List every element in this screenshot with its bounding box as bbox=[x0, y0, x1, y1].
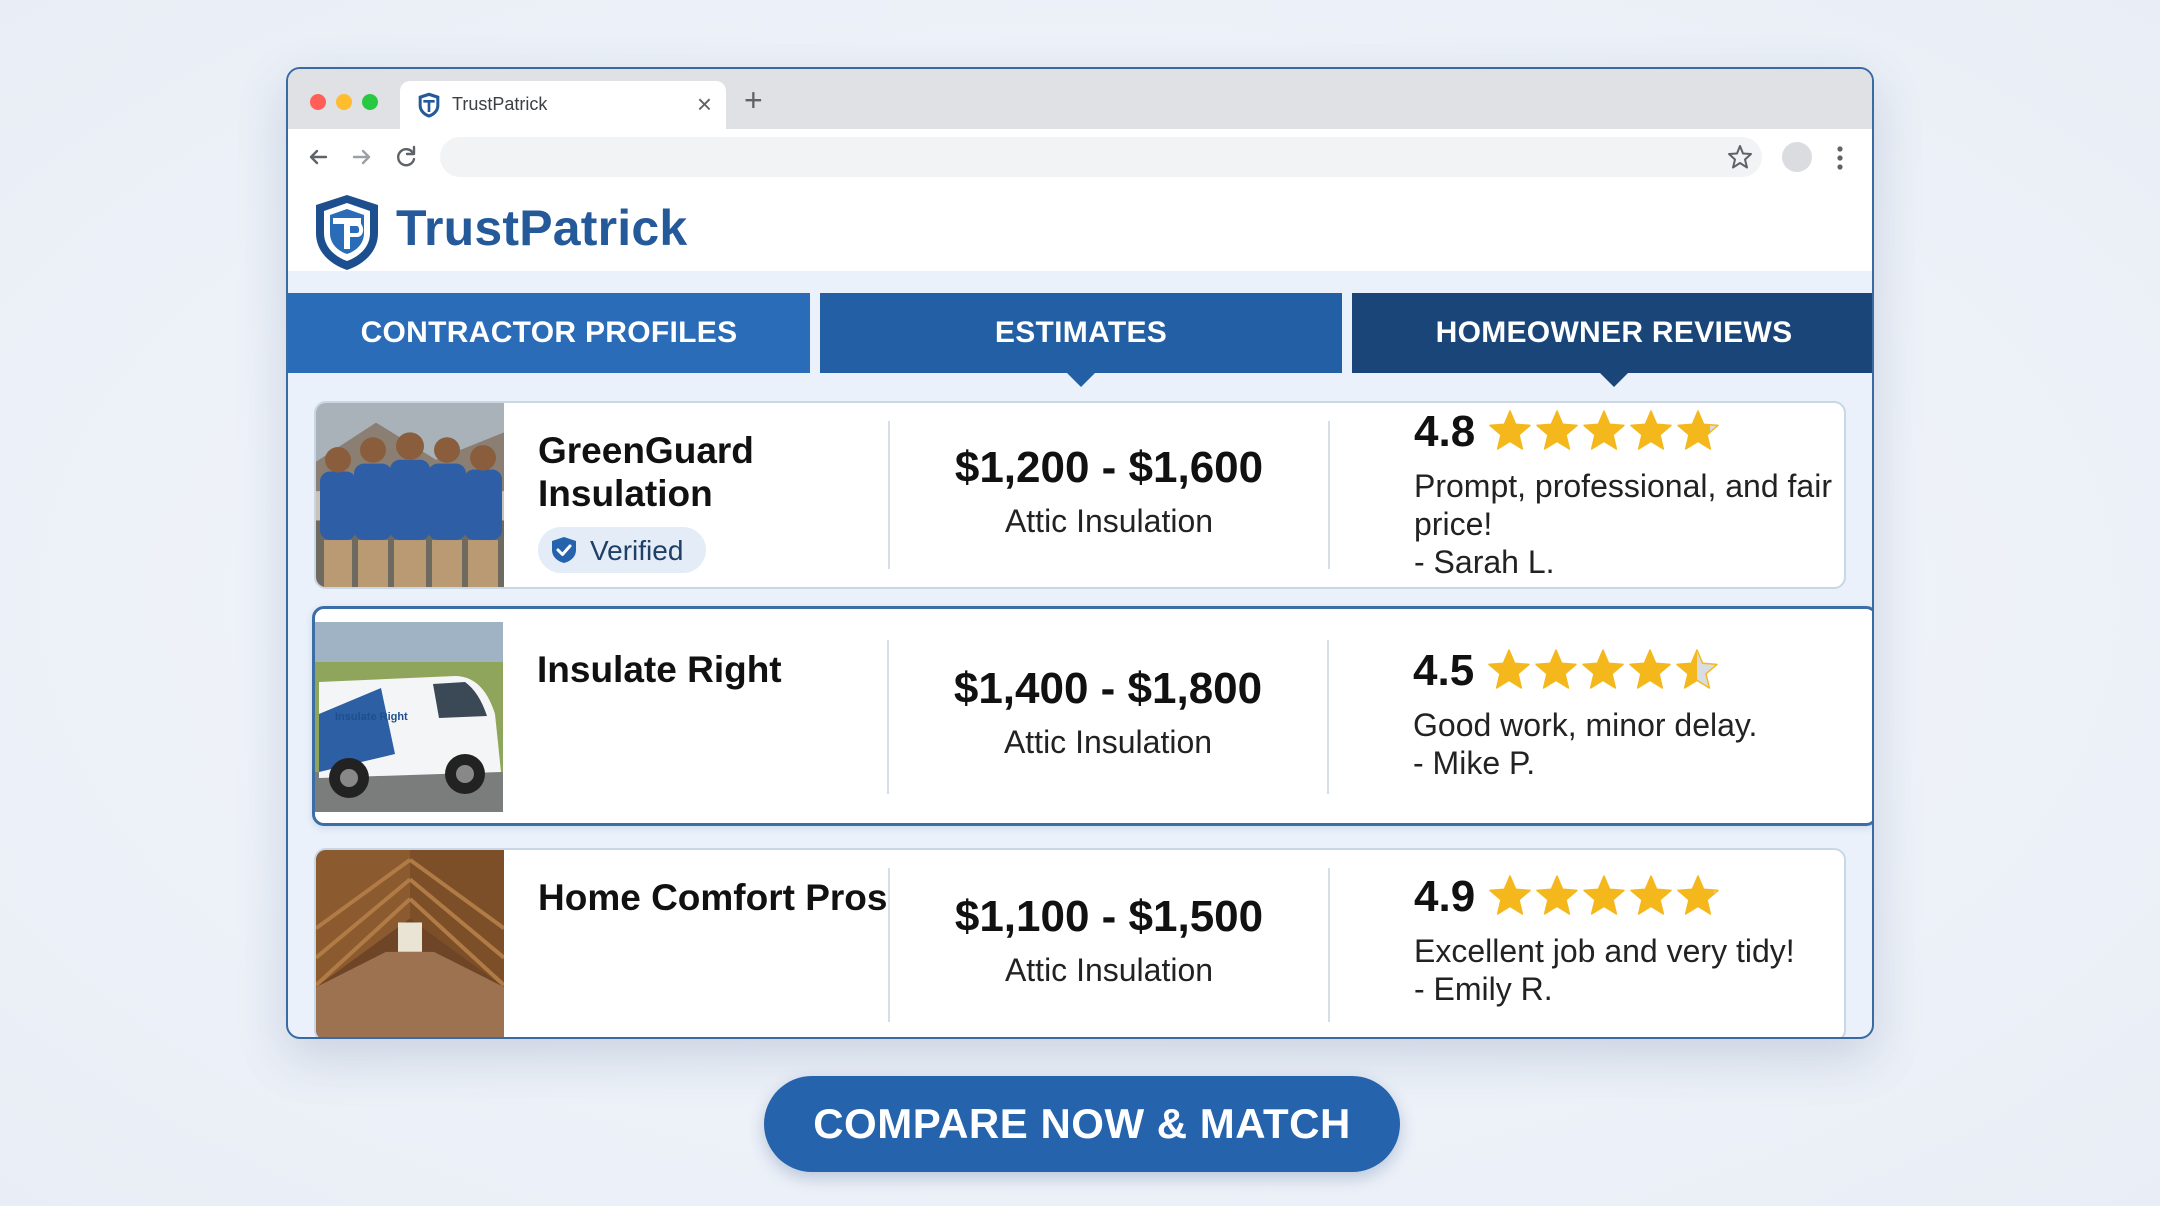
cta-label: COMPARE NOW & MATCH bbox=[813, 1100, 1351, 1147]
address-bar[interactable] bbox=[440, 137, 1762, 177]
contractor-name[interactable]: Home Comfort Pros bbox=[538, 876, 898, 919]
tab-contractor-profiles[interactable]: CONTRACTOR PROFILES bbox=[288, 293, 810, 373]
reviewer-name: - Emily R. bbox=[1414, 971, 1553, 1007]
van-photo: Insulate Right bbox=[315, 622, 503, 812]
reviewer-name: - Sarah L. bbox=[1414, 544, 1555, 580]
tab-title: TrustPatrick bbox=[452, 94, 548, 114]
maximize-window-button[interactable] bbox=[362, 94, 378, 110]
trustpatrick-favicon-icon bbox=[418, 92, 440, 118]
star-icon bbox=[1677, 875, 1719, 915]
star-icon bbox=[1630, 875, 1672, 915]
verified-label: Verified bbox=[590, 535, 684, 566]
star-rating bbox=[1488, 874, 1723, 918]
brand-name[interactable]: TrustPatrick bbox=[396, 199, 687, 257]
browser-tab[interactable]: TrustPatrick × bbox=[400, 81, 726, 129]
review-quote: Prompt, professional, and fair price! bbox=[1414, 468, 1832, 542]
star-icon bbox=[1488, 649, 1530, 689]
new-tab-button[interactable]: + bbox=[744, 83, 763, 117]
attic-photo bbox=[316, 850, 504, 1037]
forward-arrow-icon[interactable] bbox=[348, 143, 376, 171]
star-rating bbox=[1488, 409, 1723, 453]
star-icon bbox=[1583, 875, 1625, 915]
compare-now-button[interactable]: COMPARE NOW & MATCH bbox=[764, 1076, 1400, 1172]
contractor-name[interactable]: GreenGuard Insulation bbox=[538, 429, 898, 515]
profile-avatar-icon[interactable] bbox=[1782, 142, 1812, 172]
star-icon bbox=[1629, 649, 1671, 689]
service-type: Attic Insulation bbox=[1004, 503, 1214, 539]
site-header: TrustPatrick bbox=[288, 185, 1872, 271]
close-window-button[interactable] bbox=[310, 94, 326, 110]
bookmark-star-icon[interactable] bbox=[1726, 143, 1754, 171]
back-arrow-icon[interactable] bbox=[304, 143, 332, 171]
review-text: Good work, minor delay. - Mike P. bbox=[1413, 706, 1833, 782]
tab-close-icon[interactable]: × bbox=[697, 89, 712, 119]
minimize-window-button[interactable] bbox=[336, 94, 352, 110]
tab-label: HOMEOWNER REVIEWS bbox=[1435, 316, 1793, 349]
price-range: $1,200 - $1,600 bbox=[954, 443, 1264, 492]
tab-homeowner-reviews[interactable]: HOMEOWNER REVIEWS bbox=[1352, 293, 1872, 387]
star-icon bbox=[1489, 875, 1531, 915]
van-lettering: Insulate Right bbox=[335, 711, 408, 723]
rating-value: 4.5 bbox=[1413, 646, 1475, 695]
star-icon bbox=[1535, 649, 1577, 689]
browser-menu-icon[interactable] bbox=[1836, 145, 1844, 171]
review-text: Excellent job and very tidy! - Emily R. bbox=[1414, 932, 1834, 1008]
contractor-card-home-comfort-pros[interactable]: Home Comfort Pros $1,100 - $1,500 Attic … bbox=[314, 848, 1846, 1037]
rating-value: 4.8 bbox=[1414, 407, 1476, 456]
column-divider bbox=[1327, 640, 1329, 794]
star-rating bbox=[1487, 648, 1722, 692]
price-range: $1,400 - $1,800 bbox=[953, 664, 1263, 713]
team-photo bbox=[316, 403, 504, 587]
reviewer-name: - Mike P. bbox=[1413, 745, 1536, 781]
review-text: Prompt, professional, and fair price! - … bbox=[1414, 467, 1834, 581]
rating-value: 4.9 bbox=[1414, 872, 1476, 921]
star-icon bbox=[1536, 875, 1578, 915]
browser-window: TrustPatrick × + TrustPatrick CONTRACTOR… bbox=[286, 67, 1874, 1039]
star-icon bbox=[1536, 410, 1578, 450]
verified-shield-check-icon bbox=[552, 537, 576, 563]
browser-toolbar bbox=[288, 129, 1872, 185]
contractor-name[interactable]: Insulate Right bbox=[537, 648, 897, 691]
service-type: Attic Insulation bbox=[1003, 724, 1213, 760]
star-icon bbox=[1630, 410, 1672, 450]
star-icon bbox=[1582, 649, 1624, 689]
trustpatrick-shield-logo-icon[interactable] bbox=[312, 193, 382, 271]
browser-tab-bar: TrustPatrick × + bbox=[288, 69, 1872, 129]
tab-estimates[interactable]: ESTIMATES bbox=[820, 293, 1342, 387]
star-icon bbox=[1676, 649, 1718, 689]
tab-label: CONTRACTOR PROFILES bbox=[360, 316, 738, 349]
star-icon bbox=[1489, 410, 1531, 450]
contractor-card-insulate-right[interactable]: Insulate Right Insulate Right $1,400 - $… bbox=[312, 606, 1872, 826]
review-quote: Good work, minor delay. bbox=[1413, 707, 1758, 743]
reload-icon[interactable] bbox=[392, 143, 420, 171]
verified-badge: Verified bbox=[538, 527, 706, 573]
contractor-card-greenguard[interactable]: GreenGuard Insulation Verified $1,200 - … bbox=[314, 401, 1846, 589]
tab-pointer bbox=[1598, 371, 1630, 387]
tab-label: ESTIMATES bbox=[994, 316, 1168, 349]
star-icon bbox=[1583, 410, 1625, 450]
column-divider bbox=[1328, 868, 1330, 1022]
star-icon bbox=[1677, 410, 1719, 450]
price-range: $1,100 - $1,500 bbox=[954, 892, 1264, 941]
service-type: Attic Insulation bbox=[1004, 952, 1214, 988]
review-quote: Excellent job and very tidy! bbox=[1414, 933, 1795, 969]
column-divider bbox=[1328, 421, 1330, 569]
tab-pointer bbox=[1065, 371, 1097, 387]
